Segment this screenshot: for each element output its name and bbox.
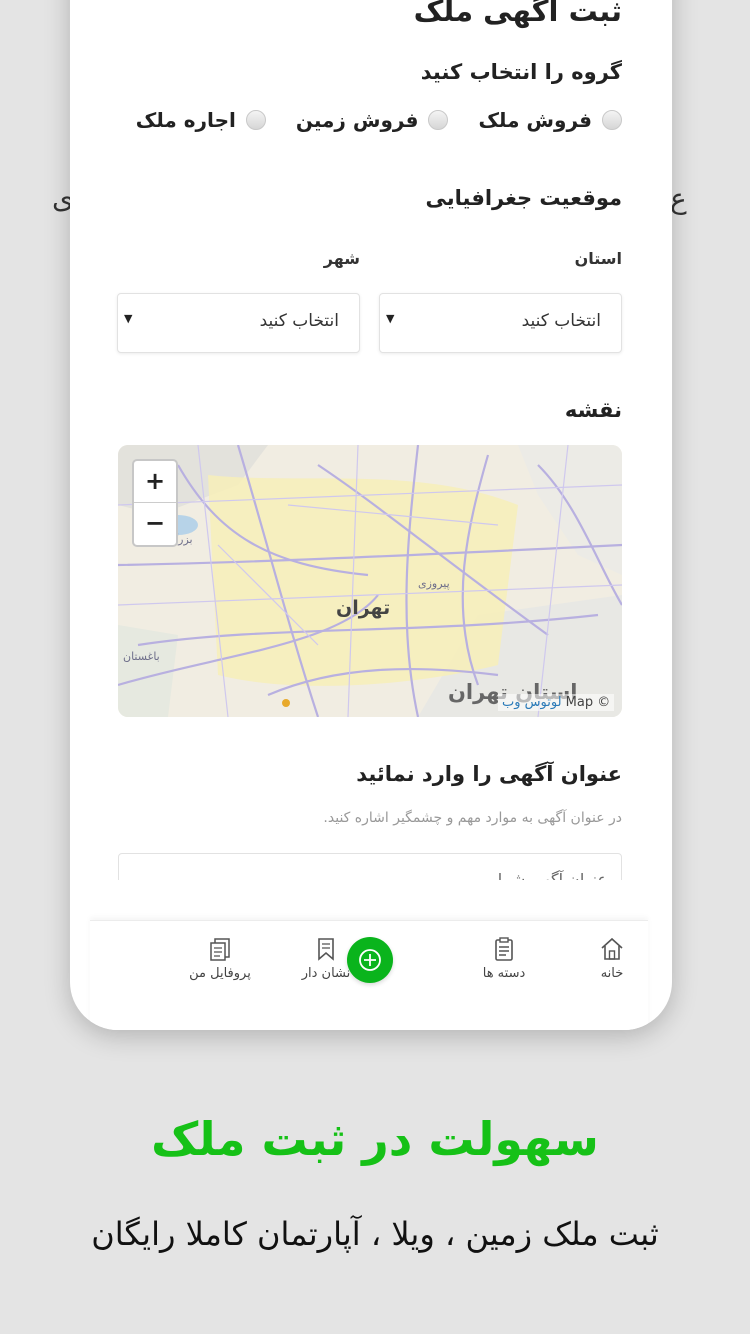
dropdown-arrow-icon: ▼ bbox=[386, 312, 395, 325]
radio-option-sell-land[interactable]: فروش زمین bbox=[296, 108, 449, 132]
bottom-navigation: خانه دسته ها نشان دار پروفایل من bbox=[90, 920, 648, 1030]
radio-button[interactable] bbox=[245, 110, 266, 130]
group-radio-group: فروش ملک فروش زمین اجاره ملک bbox=[136, 108, 622, 132]
map-view[interactable]: بزرگراه پیروزی باغستان تهران استان تهران… bbox=[118, 445, 622, 717]
zoom-in-button[interactable]: + bbox=[134, 461, 176, 503]
map-street-label: پیروزی bbox=[418, 577, 450, 590]
province-label: استان bbox=[574, 249, 622, 268]
clipboard-icon bbox=[495, 937, 513, 961]
radio-label: فروش ملک bbox=[478, 108, 592, 132]
map-attribution: لوتوس وب Map © bbox=[498, 694, 615, 711]
city-select[interactable]: انتخاب کنید ▼ bbox=[117, 293, 360, 353]
province-select-value: انتخاب کنید bbox=[521, 311, 601, 331]
caption-title: سهولت در ثبت ملک bbox=[151, 1112, 599, 1166]
dropdown-arrow-icon: ▼ bbox=[124, 312, 133, 325]
map-attribution-text: Map © bbox=[565, 695, 611, 710]
caption-subtitle: ثبت ملک زمین ، ویلا ، آپارتمان کاملا رای… bbox=[91, 1215, 659, 1253]
map-area-label: باغستان bbox=[123, 650, 160, 663]
radio-option-rent-property[interactable]: اجاره ملک bbox=[136, 108, 266, 132]
ad-title-input[interactable]: عنوان آگهی شما bbox=[118, 853, 622, 880]
background-text-fragment-right: ع bbox=[670, 182, 687, 215]
map-zoom-control: + − bbox=[132, 459, 178, 547]
nav-item-home[interactable]: خانه bbox=[572, 936, 652, 981]
nav-label-categories: دسته ها bbox=[482, 966, 526, 981]
nav-label-home: خانه bbox=[600, 966, 624, 981]
group-heading: گروه را انتخاب کنید bbox=[420, 60, 622, 84]
radio-option-sell-property[interactable]: فروش ملک bbox=[478, 108, 622, 132]
home-icon bbox=[601, 937, 623, 960]
map-heading: نقشه bbox=[564, 398, 622, 422]
nav-label-bookmarks: نشان دار bbox=[301, 966, 351, 981]
city-select-value: انتخاب کنید bbox=[259, 311, 339, 331]
radio-button[interactable] bbox=[602, 110, 622, 130]
phone-mockup: ثبت آگهی ملک گروه را انتخاب کنید فروش مل… bbox=[70, 0, 672, 1030]
nav-label-profile: پروفایل من bbox=[189, 966, 251, 981]
radio-label: فروش زمین bbox=[295, 108, 419, 132]
page-title: ثبت آگهی ملک bbox=[413, 0, 622, 28]
nav-item-profile[interactable]: پروفایل من bbox=[180, 936, 260, 981]
profile-icon bbox=[210, 938, 230, 961]
map-city-label: تهران bbox=[336, 597, 391, 619]
map-tiles bbox=[118, 445, 622, 717]
radio-label: اجاره ملک bbox=[135, 108, 236, 132]
post-ad-form: ثبت آگهی ملک گروه را انتخاب کنید فروش مل… bbox=[70, 0, 672, 880]
nav-item-categories[interactable]: دسته ها bbox=[464, 936, 544, 981]
zoom-out-button[interactable]: − bbox=[134, 503, 176, 544]
ad-title-heading: عنوان آگهی را وارد نمائید bbox=[356, 762, 622, 786]
map-attribution-link[interactable]: لوتوس وب bbox=[502, 695, 562, 710]
city-label: شهر bbox=[323, 249, 360, 268]
ad-title-placeholder: عنوان آگهی شما bbox=[497, 870, 607, 880]
radio-button[interactable] bbox=[428, 110, 449, 130]
bookmark-icon bbox=[318, 938, 334, 961]
nav-item-bookmarks[interactable]: نشان دار bbox=[286, 936, 366, 981]
location-heading: موقعیت جغرافیایی bbox=[425, 186, 622, 210]
province-select[interactable]: انتخاب کنید ▼ bbox=[379, 293, 622, 353]
ad-title-hint: در عنوان آگهی به موارد مهم و چشمگیر اشار… bbox=[323, 810, 622, 826]
